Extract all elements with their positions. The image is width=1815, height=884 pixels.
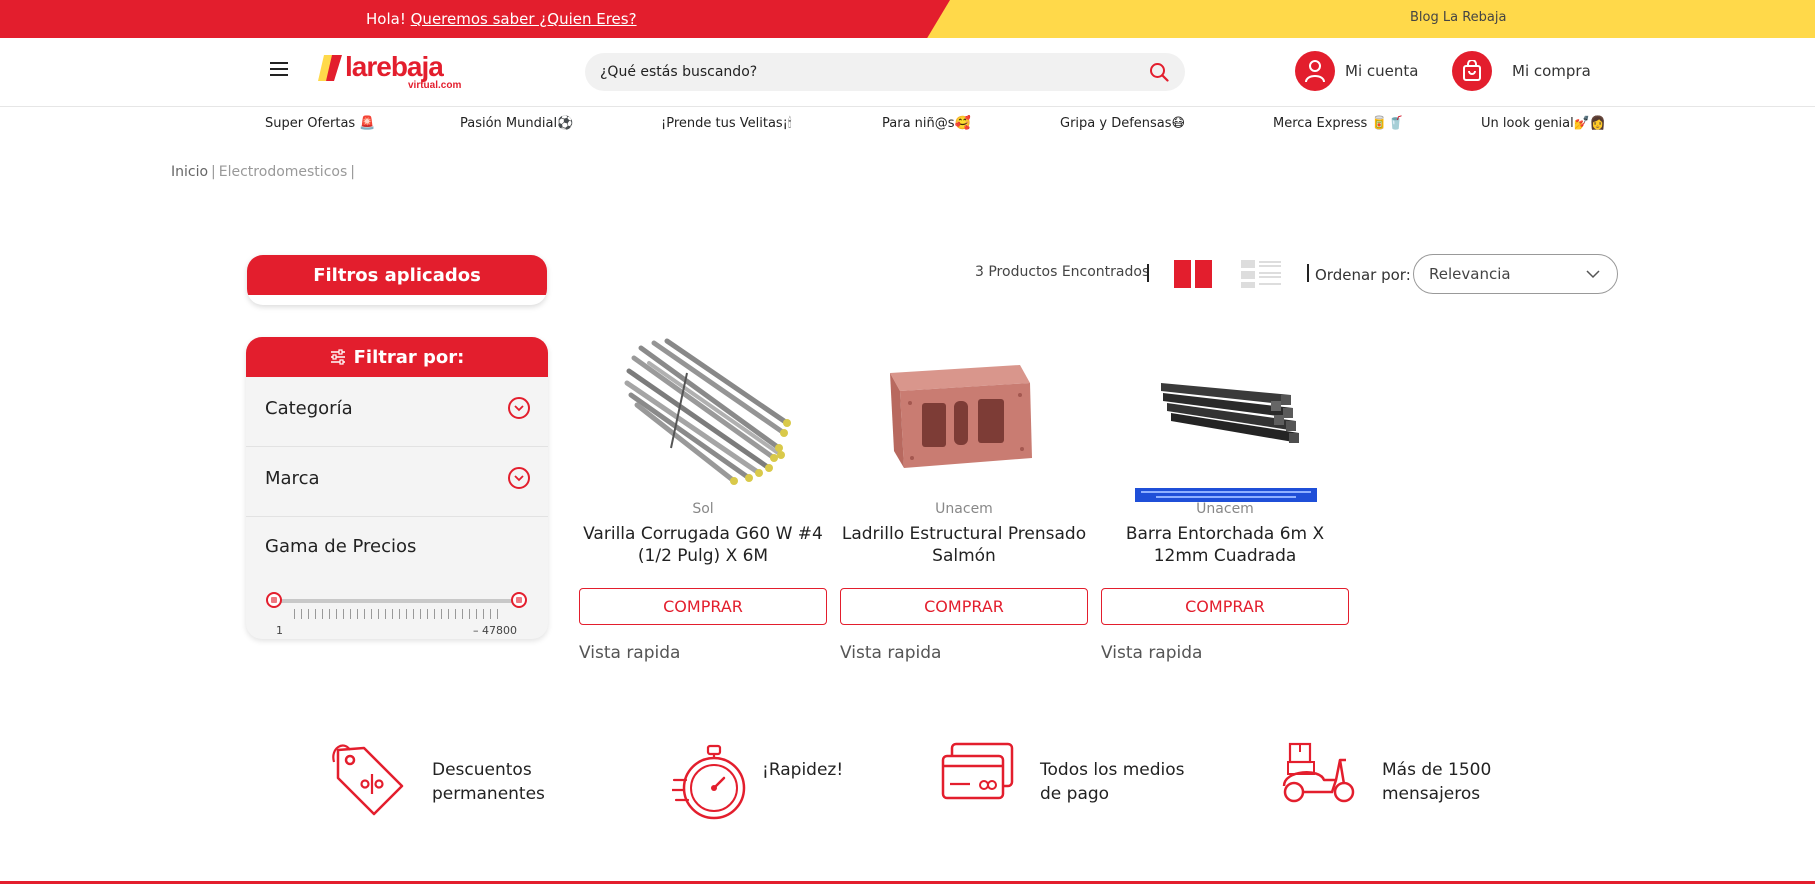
applied-filters-panel: Filtros aplicados — [247, 255, 547, 305]
price-max-label: – 47800 — [473, 624, 517, 637]
category-nav: Super Ofertas 🚨 Pasión Mundial⚽ ¡Prende … — [0, 116, 1815, 138]
price-range-title: Gama de Precios — [265, 536, 417, 557]
search-bar — [585, 53, 1185, 91]
product-name[interactable]: Barra Entorchada 6m X 12mm Cuadrada — [1101, 523, 1349, 567]
sort-select[interactable]: Relevancia — [1413, 254, 1618, 294]
site-header: larebaja virtual.com Mi cuenta Mi compra — [0, 38, 1815, 107]
benefit-couriers-text: Más de 1500 mensajeros — [1382, 760, 1492, 804]
stopwatch-icon — [672, 744, 746, 820]
product-image-rebar[interactable] — [609, 333, 799, 503]
buy-button[interactable]: COMPRAR — [579, 588, 827, 625]
nav-item-super-ofertas[interactable]: Super Ofertas 🚨 — [265, 116, 376, 131]
results-count: 3 Productos Encontrados — [975, 264, 1150, 280]
account-button[interactable]: Mi cuenta — [1295, 51, 1418, 91]
price-slider-max-handle[interactable] — [511, 592, 527, 608]
breadcrumb-separator: | — [211, 164, 216, 180]
promo-greeting: Hola! Queremos saber ¿Quien Eres? — [366, 10, 637, 28]
shopping-bag-icon — [1452, 51, 1492, 91]
delivery-scooter-icon — [1282, 742, 1355, 803]
divider — [1307, 264, 1309, 282]
discount-tag-icon — [332, 744, 404, 816]
benefit-discounts: Descuentos permanentes — [330, 740, 562, 820]
credit-card-icon — [941, 742, 1014, 800]
menu-icon[interactable] — [270, 62, 288, 76]
benefit-payments-text: Todos los medios de pago — [1040, 760, 1185, 804]
facet-category[interactable]: Categoría — [246, 377, 548, 447]
promo-link[interactable]: Queremos saber ¿Quien Eres? — [411, 10, 637, 28]
nav-item-gripa-defensas[interactable]: Gripa y Defensas😷 — [1060, 116, 1185, 131]
nav-item-look-genial[interactable]: Un look genial💅👩 — [1481, 116, 1606, 131]
buy-button[interactable]: COMPRAR — [1101, 588, 1349, 625]
applied-filters-title: Filtros aplicados — [247, 255, 547, 295]
grid-view-icon[interactable] — [1174, 260, 1212, 288]
price-min-label: 1 — [276, 624, 283, 637]
breadcrumb-home[interactable]: Inicio — [171, 164, 208, 180]
product-card[interactable]: Unacem Ladrillo Estructural Prensado Sal… — [840, 333, 1088, 668]
cart-button[interactable]: Mi compra — [1452, 51, 1591, 91]
quick-view-link[interactable]: Vista rapida — [840, 643, 941, 663]
account-label: Mi cuenta — [1345, 62, 1419, 80]
promo-hello-text: Hola! — [366, 10, 406, 28]
list-view-icon[interactable] — [1241, 260, 1281, 288]
facet-brand-label: Marca — [265, 468, 320, 489]
product-name[interactable]: Ladrillo Estructural Prensado Salmón — [840, 523, 1088, 567]
logo-subtext: virtual.com — [408, 80, 462, 91]
benefit-couriers: Más de 1500 mensajeros — [1280, 740, 1502, 806]
search-icon[interactable] — [1149, 62, 1169, 82]
filter-sliders-icon — [330, 349, 345, 365]
nav-item-merca-express[interactable]: Merca Express 🥫🥤 — [1273, 116, 1404, 131]
benefit-speed: ¡Rapidez! — [672, 740, 843, 826]
facet-brand[interactable]: Marca — [246, 447, 548, 517]
breadcrumb-current: Electrodomesticos — [218, 164, 348, 180]
product-image-twisted-bar[interactable] — [1131, 333, 1321, 503]
price-slider-ticks — [294, 609, 499, 619]
benefit-payments: Todos los medios de pago — [940, 740, 1190, 806]
filter-panel: Filtrar por: Categoría Marca Gama de Pre… — [246, 337, 548, 639]
product-name[interactable]: Varilla Corrugada G60 W #4 (1/2 Pulg) X … — [579, 523, 827, 567]
product-image-brick[interactable] — [870, 333, 1060, 503]
logo[interactable]: larebaja virtual.com — [318, 51, 468, 91]
quick-view-link[interactable]: Vista rapida — [1101, 643, 1202, 663]
nav-item-prende-velitas[interactable]: ¡Prende tus Velitas¡🕯 — [661, 116, 792, 131]
search-input[interactable] — [600, 53, 1120, 91]
quick-view-link[interactable]: Vista rapida — [579, 643, 680, 663]
chevron-down-icon[interactable] — [508, 397, 530, 419]
chevron-down-icon — [1586, 270, 1600, 279]
product-brand: Unacem — [1196, 501, 1254, 517]
breadcrumb: Inicio | Electrodomesticos | — [171, 164, 358, 180]
product-card[interactable]: Unacem Barra Entorchada 6m X 12mm Cuadra… — [1101, 333, 1349, 668]
divider — [1147, 264, 1149, 282]
buy-button[interactable]: COMPRAR — [840, 588, 1088, 625]
filter-title: Filtrar por: — [353, 346, 465, 368]
product-brand: Unacem — [935, 501, 993, 517]
product-card[interactable]: Sol Varilla Corrugada G60 W #4 (1/2 Pulg… — [579, 333, 827, 668]
user-icon — [1295, 51, 1335, 91]
promo-bar: Hola! Queremos saber ¿Quien Eres? Blog L… — [0, 0, 1815, 38]
nav-item-para-ninos[interactable]: Para niñ@s🥰 — [882, 116, 971, 131]
facet-category-label: Categoría — [265, 398, 353, 419]
benefit-speed-text: ¡Rapidez! — [762, 760, 844, 780]
logo-mark-icon — [318, 55, 342, 81]
cart-label: Mi compra — [1512, 62, 1591, 80]
product-brand: Sol — [692, 501, 714, 517]
filter-header: Filtrar por: — [246, 337, 548, 377]
benefit-discounts-text: Descuentos permanentes — [432, 760, 545, 804]
nav-item-pasion-mundial[interactable]: Pasión Mundial⚽ — [460, 116, 573, 131]
price-slider-track[interactable] — [274, 599, 519, 603]
breadcrumb-separator: | — [350, 164, 355, 180]
blog-link[interactable]: Blog La Rebaja — [1410, 10, 1506, 25]
sort-label: Ordenar por: — [1315, 266, 1411, 284]
sort-selected-value: Relevancia — [1429, 265, 1511, 283]
chevron-down-icon[interactable] — [508, 467, 530, 489]
logo-text: larebaja — [345, 51, 444, 82]
price-slider-min-handle[interactable] — [266, 592, 282, 608]
